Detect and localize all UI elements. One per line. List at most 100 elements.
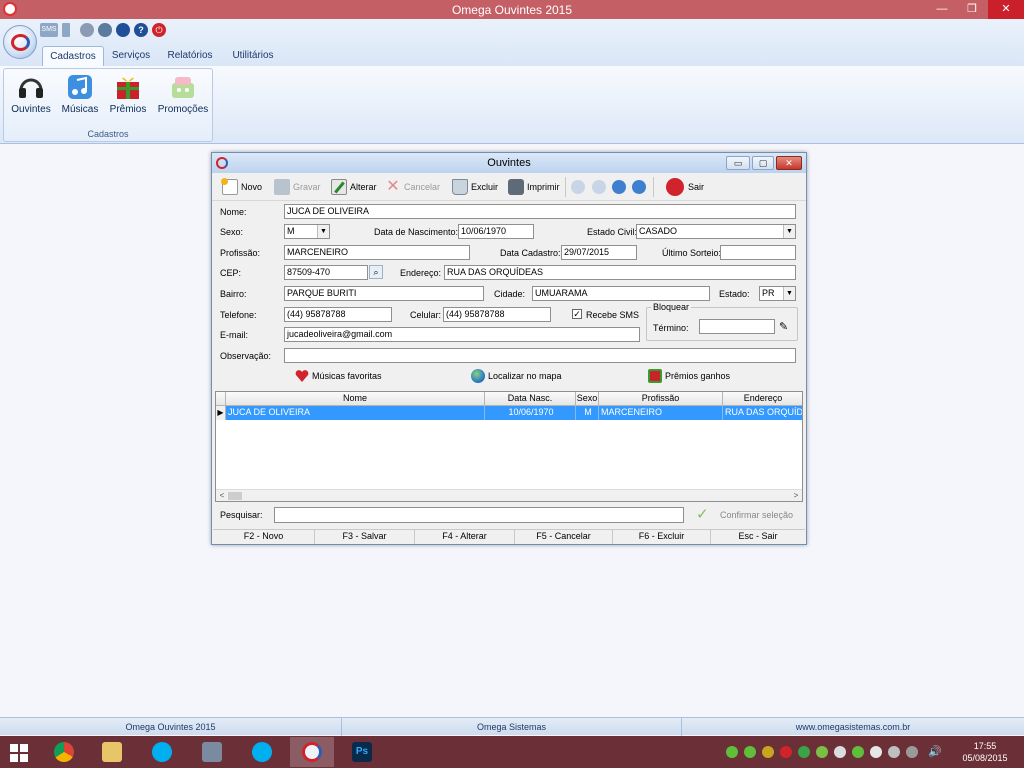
endereco-field[interactable]: RUA DAS ORQUÍDEAS <box>444 265 796 280</box>
cidade-field[interactable]: UMUARAMA <box>532 286 710 301</box>
previous-record-icon[interactable] <box>592 180 606 194</box>
maximize-button[interactable]: ❐ <box>958 0 986 19</box>
dialog-minimize-button[interactable]: ▭ <box>726 156 750 170</box>
telefone-field[interactable]: (44) 95878788 <box>284 307 392 322</box>
bairro-field[interactable]: PARQUE BURITI <box>284 286 484 301</box>
tab-servicos[interactable]: Serviços <box>106 46 156 67</box>
scrollbar-thumb[interactable] <box>228 492 242 500</box>
data-cadastro-field[interactable]: 29/07/2015 <box>561 245 637 260</box>
fkey-excluir[interactable]: F6 - Excluir <box>613 530 711 544</box>
tray-android-icon[interactable] <box>816 746 828 758</box>
taskbar-virtualbox[interactable] <box>190 737 234 767</box>
horizontal-scrollbar[interactable]: < > <box>216 489 802 501</box>
taskbar-chrome[interactable] <box>42 737 86 767</box>
tray-check-icon[interactable] <box>726 746 738 758</box>
ultimo-sorteio-field[interactable] <box>720 245 796 260</box>
chevron-down-icon[interactable]: ▼ <box>783 287 795 300</box>
grid-header-sexo[interactable]: Sexo <box>576 392 599 406</box>
grid-header-nome[interactable]: Nome <box>226 392 485 406</box>
cep-field[interactable]: 87509-470 <box>284 265 368 280</box>
minimize-button[interactable]: — <box>928 0 956 19</box>
next-record-icon[interactable] <box>612 180 626 194</box>
ribbon-button-premios[interactable]: Prêmios <box>106 73 150 119</box>
globe-icon[interactable] <box>80 23 94 37</box>
last-record-icon[interactable] <box>632 180 646 194</box>
ribbon-button-musicas[interactable]: Músicas <box>58 73 102 119</box>
grid-cell-endereco[interactable]: RUA DAS ORQUÍDE <box>723 406 802 420</box>
grid-header-endereco[interactable]: Endereço <box>723 392 802 406</box>
tab-utilitarios[interactable]: Utilitários <box>224 46 282 67</box>
profissao-field[interactable]: MARCENEIRO <box>284 245 470 260</box>
taskbar-clock[interactable]: 17:55 05/08/2015 <box>950 740 1020 764</box>
nascimento-field[interactable]: 10/06/1970 <box>458 224 534 239</box>
imprimir-button[interactable]: Imprimir <box>508 176 562 198</box>
fkey-cancelar[interactable]: F5 - Cancelar <box>515 530 613 544</box>
tray-app-icon[interactable] <box>762 746 774 758</box>
help-button[interactable]: ? <box>134 23 148 37</box>
refresh-icon[interactable] <box>116 23 130 37</box>
tray-ghost-icon[interactable] <box>834 746 846 758</box>
cancelar-button[interactable]: ✕ Cancelar <box>385 176 443 198</box>
ribbon-button-promocoes[interactable]: Promoções <box>154 73 212 119</box>
estado-civil-combo[interactable]: CASADO ▼ <box>636 224 796 239</box>
taskbar-explorer[interactable] <box>90 737 134 767</box>
confirmar-selecao-button[interactable]: ✓ Confirmar seleção <box>696 506 802 524</box>
search-icon[interactable]: ⌕ <box>369 265 383 279</box>
microphone-icon[interactable] <box>98 23 112 37</box>
novo-button[interactable]: Novo <box>221 176 266 198</box>
grid-cell-data-nasc[interactable]: 10/06/1970 <box>485 406 576 420</box>
chevron-down-icon[interactable]: ▼ <box>317 225 329 238</box>
tray-check-icon[interactable] <box>744 746 756 758</box>
grid-cell-nome[interactable]: JUCA DE OLIVEIRA <box>226 406 485 420</box>
start-button[interactable] <box>0 737 40 767</box>
tray-cloud-icon[interactable] <box>870 746 882 758</box>
observacao-field[interactable] <box>284 348 796 363</box>
speaker-icon[interactable]: 🔊 <box>928 746 942 758</box>
nome-field[interactable]: JUCA DE OLIVEIRA <box>284 204 796 219</box>
sair-button[interactable]: Sair <box>666 176 706 198</box>
mobile-icon[interactable] <box>62 23 70 37</box>
alterar-button[interactable]: Alterar <box>331 176 379 198</box>
tray-flag-icon[interactable] <box>888 746 900 758</box>
grid-header-profissao[interactable]: Profissão <box>599 392 723 406</box>
celular-field[interactable]: (44) 95878788 <box>443 307 551 322</box>
power-button[interactable]: ⏻ <box>152 23 166 37</box>
table-row[interactable]: ▶ JUCA DE OLIVEIRA 10/06/1970 M MARCENEI… <box>216 406 802 420</box>
estado-combo[interactable]: PR ▼ <box>759 286 796 301</box>
sms-button[interactable]: SMS <box>40 23 58 37</box>
taskbar-skype-1[interactable] <box>140 737 184 767</box>
app-menu-button[interactable] <box>3 25 37 59</box>
grid-header-data-nasc[interactable]: Data Nasc. <box>485 392 576 406</box>
scroll-right-icon[interactable]: > <box>790 490 802 501</box>
email-field[interactable]: jucadeoliveira@gmail.com <box>284 327 640 342</box>
gravar-button[interactable]: Gravar <box>274 176 322 198</box>
tray-omega-icon[interactable] <box>780 746 792 758</box>
grid-cell-sexo[interactable]: M <box>576 406 599 420</box>
taskbar-omega[interactable] <box>290 737 334 767</box>
scroll-left-icon[interactable]: < <box>216 490 228 501</box>
tray-network-status-icon[interactable] <box>906 746 918 758</box>
dialog-close-button[interactable]: ✕ <box>776 156 802 170</box>
grid-cell-profissao[interactable]: MARCENEIRO <box>599 406 723 420</box>
eraser-icon[interactable]: ✎ <box>779 320 788 333</box>
taskbar-photoshop[interactable]: Ps <box>340 737 384 767</box>
tab-cadastros[interactable]: Cadastros <box>42 46 104 67</box>
chevron-down-icon[interactable]: ▼ <box>783 225 795 238</box>
tray-network-icon[interactable] <box>798 746 810 758</box>
dialog-maximize-button[interactable]: ▢ <box>752 156 774 170</box>
excluir-button[interactable]: Excluir <box>452 176 500 198</box>
sexo-combo[interactable]: M ▼ <box>284 224 330 239</box>
fkey-alterar[interactable]: F4 - Alterar <box>415 530 515 544</box>
tab-relatorios[interactable]: Relatórios <box>162 46 218 67</box>
termino-field[interactable] <box>699 319 775 334</box>
fkey-salvar[interactable]: F3 - Salvar <box>315 530 415 544</box>
first-record-icon[interactable] <box>571 180 585 194</box>
search-input[interactable] <box>274 507 684 523</box>
ribbon-button-ouvintes[interactable]: Ouvintes <box>8 73 54 119</box>
recebe-sms-checkbox[interactable]: ✓ <box>572 309 582 319</box>
tray-check-icon[interactable] <box>852 746 864 758</box>
fkey-novo[interactable]: F2 - Novo <box>213 530 315 544</box>
taskbar-skype-2[interactable] <box>240 737 284 767</box>
close-button[interactable]: ✕ <box>988 0 1024 19</box>
fkey-sair[interactable]: Esc - Sair <box>711 530 805 544</box>
